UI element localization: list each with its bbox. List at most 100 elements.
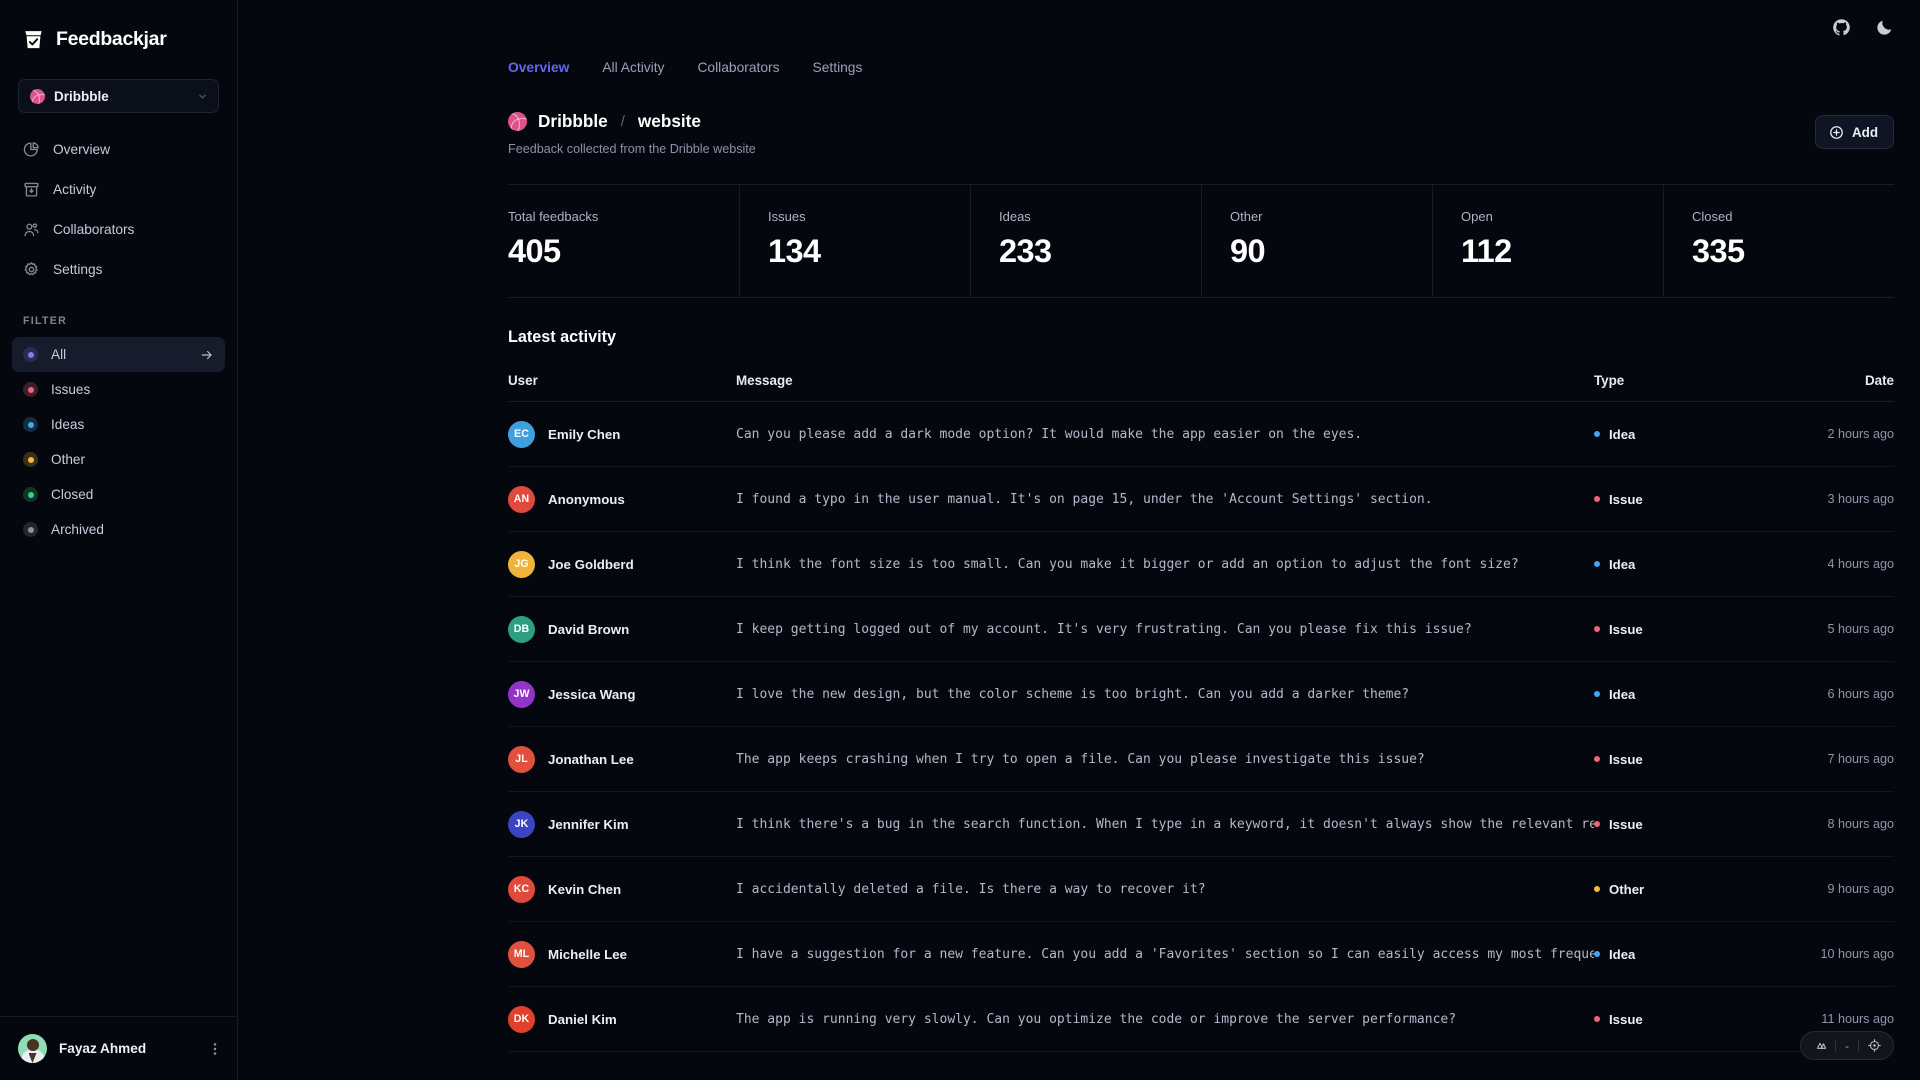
sidebar-item-collaborators[interactable]: Collaborators	[12, 209, 225, 249]
breadcrumb-org[interactable]: Dribbble	[538, 111, 608, 132]
user-name: Jonathan Lee	[548, 751, 634, 767]
stat-open: Open 112	[1432, 185, 1663, 297]
tab-all-activity[interactable]: All Activity	[602, 60, 664, 75]
filter-item-all-label: All	[51, 347, 67, 362]
stat-value: 112	[1461, 233, 1512, 269]
add-button-label: Add	[1851, 124, 1878, 140]
stat-label: Open	[1461, 209, 1493, 224]
brand-name: Feedbackjar	[56, 27, 167, 50]
type-dot	[1594, 431, 1600, 437]
dev-toolbar[interactable]: -	[1800, 1031, 1894, 1060]
user-name: Anonymous	[548, 491, 625, 507]
sidebar-item-activity-label: Activity	[53, 181, 97, 197]
stat-total-feedbacks: Total feedbacks 405	[508, 185, 739, 297]
activity-table: User Message Type Date EC Emily Chen Can y…	[508, 373, 1894, 1052]
user-cell: DB David Brown	[508, 615, 736, 643]
dev-toolbar-status: -	[1845, 1038, 1849, 1053]
avatar: JK	[508, 810, 535, 838]
crosshair-icon[interactable]	[1859, 1032, 1889, 1059]
stat-label: Total feedbacks	[508, 209, 599, 224]
chevron-down-icon	[199, 94, 206, 98]
user-cell: JG Joe Goldberd	[508, 550, 736, 578]
user-name: Emily Chen	[548, 426, 621, 442]
filter-item-all[interactable]: All	[12, 337, 225, 372]
table-header-row: User Message Type Date	[508, 373, 1894, 402]
date-text: 10 hours ago	[1820, 947, 1894, 961]
table-row[interactable]: DK Daniel Kim The app is running very slow…	[508, 987, 1894, 1052]
user-name: Joe Goldberd	[548, 556, 634, 572]
avatar: ML	[508, 940, 535, 968]
table-row[interactable]: JK Jennifer Kim I think there's a bug in t…	[508, 792, 1894, 857]
filter-dot-issues	[23, 382, 38, 397]
filter-item-closed[interactable]: Closed	[12, 477, 225, 512]
sidebar-item-activity[interactable]: Activity	[12, 169, 225, 209]
date-text: 6 hours ago	[1827, 687, 1894, 701]
filter-dot-closed	[23, 487, 38, 502]
type-cell: Issue	[1594, 492, 1774, 507]
vercel-triangle-icon[interactable]	[1805, 1032, 1835, 1059]
avatar	[18, 1034, 47, 1063]
stat-value: 233	[999, 233, 1052, 269]
kebab-menu-icon[interactable]	[207, 1041, 223, 1057]
avatar: JW	[508, 680, 535, 708]
table-row[interactable]: KC Kevin Chen I accidentally deleted a fil…	[508, 857, 1894, 922]
type-dot	[1594, 821, 1600, 827]
sidebar-footer: Fayaz Ahmed	[0, 1016, 237, 1080]
stat-value: 134	[768, 233, 821, 269]
date-text: 2 hours ago	[1827, 427, 1894, 441]
user-cell: JW Jessica Wang	[508, 680, 736, 708]
type-label: Issue	[1609, 1011, 1643, 1027]
type-label: Other	[1609, 881, 1645, 897]
user-cell: JL Jonathan Lee	[508, 745, 736, 773]
sidebar-item-overview[interactable]: Overview	[12, 129, 225, 169]
stat-label: Ideas	[999, 209, 1031, 224]
filter-dot-ideas	[23, 417, 38, 432]
tab-overview[interactable]: Overview	[508, 60, 569, 75]
date-text: 5 hours ago	[1827, 622, 1894, 636]
filter-item-other[interactable]: Other	[12, 442, 225, 477]
tab-collaborators[interactable]: Collaborators	[697, 60, 779, 75]
filter-item-ideas[interactable]: Ideas	[12, 407, 225, 442]
column-header-date: Date	[1864, 373, 1894, 388]
gear-icon	[24, 261, 38, 275]
breadcrumb-project[interactable]: website	[638, 111, 701, 132]
avatar: JG	[508, 550, 535, 578]
avatar: DB	[508, 615, 535, 643]
table-row[interactable]: DB David Brown I keep getting logged out o…	[508, 597, 1894, 662]
dribbble-icon	[508, 112, 527, 131]
breadcrumb-separator: /	[620, 113, 625, 130]
user-name: Jessica Wang	[548, 686, 636, 702]
message-text: The app keeps crashing when I try to ope…	[736, 751, 1425, 767]
avatar: DK	[508, 1005, 535, 1033]
table-row[interactable]: AN Anonymous I found a typo in the user ma…	[508, 467, 1894, 532]
table-row[interactable]: JW Jessica Wang I love the new design, but…	[508, 662, 1894, 727]
project-selector[interactable]: Dribbble	[18, 79, 219, 113]
table-row[interactable]: JG Joe Goldberd I think the font size is t…	[508, 532, 1894, 597]
message-text: I love the new design, but the color sch…	[736, 686, 1410, 702]
stat-value: 90	[1230, 233, 1266, 269]
app-root: Feedbackjar Dribbble Overview Activity C…	[0, 0, 1920, 1080]
table-row[interactable]: EC Emily Chen Can you please add a dark mo…	[508, 402, 1894, 467]
moon-dark-mode-icon[interactable]	[1875, 18, 1894, 37]
table-row[interactable]: ML Michelle Lee I have a suggestion for a …	[508, 922, 1894, 987]
arrow-right-icon	[201, 350, 212, 359]
stat-label: Issues	[768, 209, 806, 224]
user-cell: EC Emily Chen	[508, 420, 736, 448]
tab-settings[interactable]: Settings	[813, 60, 863, 75]
sidebar-item-settings[interactable]: Settings	[12, 249, 225, 289]
table-row[interactable]: JL Jonathan Lee The app keeps crashing whe…	[508, 727, 1894, 792]
avatar: KC	[508, 875, 535, 903]
type-dot	[1594, 626, 1600, 632]
github-icon[interactable]	[1832, 18, 1851, 37]
add-button[interactable]: Add	[1814, 115, 1894, 149]
filter-item-archived[interactable]: Archived	[12, 512, 225, 547]
message-text: I found a typo in the user manual. It's …	[736, 491, 1433, 507]
sidebar-item-overview-label: Overview	[53, 141, 111, 157]
column-header-type: Type	[1594, 373, 1625, 388]
user-cell: AN Anonymous	[508, 485, 736, 513]
filter-item-issues[interactable]: Issues	[12, 372, 225, 407]
type-dot	[1594, 691, 1600, 697]
type-label: Idea	[1609, 946, 1636, 962]
stats-row: Total feedbacks 405 Issues 134 Ideas 233…	[508, 184, 1894, 298]
type-dot	[1594, 756, 1600, 762]
